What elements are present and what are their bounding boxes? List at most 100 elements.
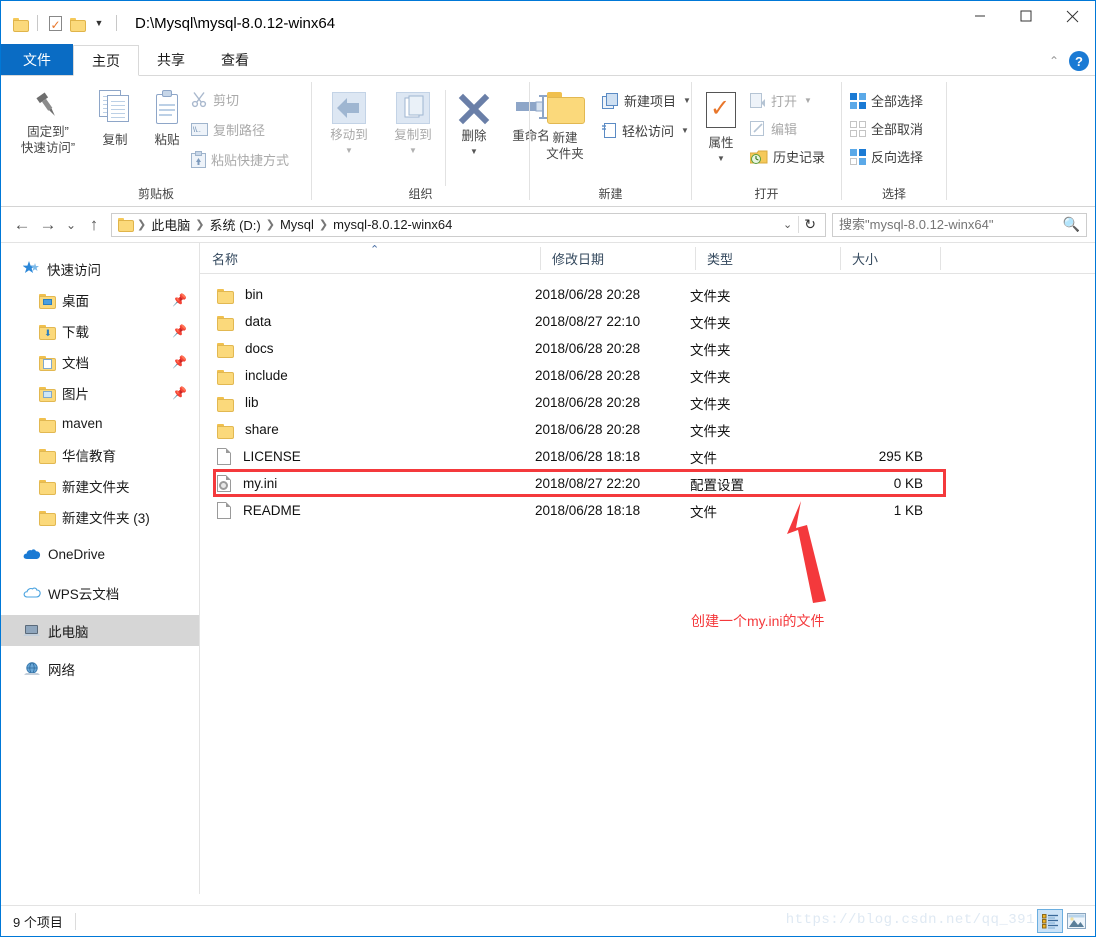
new-item-button[interactable]: 新建项目 ▼ (602, 91, 691, 110)
breadcrumb-item-3[interactable]: mysql-8.0.12-winx64 (329, 217, 456, 232)
file-name-cell: include (200, 368, 535, 385)
cloud-icon (23, 587, 41, 598)
new-item-caret-icon[interactable]: ▼ (683, 96, 691, 105)
delete-button[interactable]: 删除 ▼ (448, 92, 500, 160)
breadcrumb-bar[interactable]: ❯ 此电脑 ❯ 系统 (D:) ❯ Mysql ❯ mysql-8.0.12-w… (111, 212, 826, 237)
refresh-icon[interactable]: ↻ (798, 216, 821, 233)
properties-icon[interactable]: ✓ (44, 12, 66, 34)
pin-icon[interactable]: 📌 (172, 293, 187, 307)
invert-selection-icon (850, 148, 866, 165)
sidebar-label: 快速访问 (47, 262, 101, 278)
pictures-folder-icon (39, 386, 56, 402)
large-icons-view-icon (1066, 913, 1086, 929)
sidebar-item-huaxin[interactable]: 华信教育 (1, 439, 199, 470)
table-row[interactable]: data 2018/08/27 22:10 文件夹 (200, 308, 1095, 335)
column-header-type[interactable]: 类型 (695, 243, 840, 274)
table-row[interactable]: lib 2018/06/28 20:28 文件夹 (200, 389, 1095, 416)
large-icons-view-button[interactable] (1063, 909, 1089, 933)
paste-shortcut-label: 粘贴快捷方式 (211, 153, 290, 168)
paste-button[interactable]: 粘贴 (141, 90, 193, 148)
tab-file[interactable]: 文件 (1, 44, 73, 75)
sidebar-item-this-pc[interactable]: 此电脑 (1, 615, 199, 646)
table-row[interactable]: my.ini 2018/08/27 22:20 配置设置 0 KB (200, 470, 1095, 497)
collapse-ribbon-icon[interactable]: ⌃ (1049, 54, 1059, 68)
table-row[interactable]: share 2018/06/28 20:28 文件夹 (200, 416, 1095, 443)
pin-icon[interactable]: 📌 (172, 355, 187, 369)
easy-access-label: 轻松访问 (622, 124, 675, 139)
chevron-down-icon[interactable]: ▼ (88, 12, 110, 34)
forward-button[interactable]: → (35, 212, 61, 238)
tab-view[interactable]: 查看 (203, 44, 267, 75)
folder-icon (217, 396, 234, 412)
sidebar-item-new-folder-3[interactable]: 新建文件夹 (3) (1, 501, 199, 532)
close-button[interactable] (1049, 1, 1095, 31)
pin-label-line1: 固定到” (27, 125, 69, 139)
table-row[interactable]: docs 2018/06/28 20:28 文件夹 (200, 335, 1095, 362)
table-row[interactable]: README 2018/06/28 18:18 文件 1 KB (200, 497, 1095, 524)
easy-access-caret-icon[interactable]: ▼ (681, 126, 689, 135)
tab-home[interactable]: 主页 (73, 45, 139, 76)
file-name-cell: my.ini (200, 475, 535, 492)
breadcrumb-item-1[interactable]: 系统 (D:) (205, 215, 264, 234)
move-to-button[interactable]: 移动到 ▼ (318, 92, 380, 159)
details-view-button[interactable] (1037, 909, 1063, 933)
pin-icon[interactable]: 📌 (172, 386, 187, 400)
paste-shortcut-button[interactable]: 粘贴快捷方式 (191, 150, 289, 169)
edit-button[interactable]: 编辑 (750, 119, 797, 138)
column-header-size[interactable]: 大小 (840, 243, 940, 274)
sidebar-item-onedrive[interactable]: OneDrive (1, 539, 199, 570)
recent-locations-button[interactable]: ⌄ (61, 212, 81, 238)
back-button[interactable]: ← (9, 212, 35, 238)
sidebar-item-maven[interactable]: maven (1, 408, 199, 439)
ribbon-group-clipboard: 固定到” 快速访问” 复制 粘贴 剪切 \\.. 复制路径 粘贴快捷方式 剪贴板 (1, 76, 311, 207)
pin-to-quick-access-button[interactable]: 固定到” 快速访问” (9, 90, 87, 156)
sidebar-item-pictures[interactable]: 图片 📌 (1, 377, 199, 408)
minimize-button[interactable] (957, 1, 1003, 31)
column-divider[interactable] (940, 247, 941, 270)
open-button[interactable]: 打开 ▼ (750, 91, 812, 110)
open-caret-icon[interactable]: ▼ (804, 96, 812, 105)
folder-icon[interactable] (9, 12, 31, 34)
sidebar-item-network[interactable]: 网络 (1, 653, 199, 684)
sidebar-item-quick-access[interactable]: 快速访问 (1, 253, 199, 284)
column-header-date[interactable]: 修改日期 (540, 243, 695, 274)
new-folder-button[interactable]: 新建 文件夹 (534, 92, 596, 162)
history-label: 历史记录 (773, 150, 826, 165)
help-icon[interactable]: ? (1069, 51, 1089, 71)
history-button[interactable]: 历史记录 (750, 147, 825, 166)
copy-path-button[interactable]: \\.. 复制路径 (191, 120, 265, 139)
cut-button[interactable]: 剪切 (191, 90, 239, 109)
sidebar-item-new-folder[interactable]: 新建文件夹 (1, 470, 199, 501)
maximize-button[interactable] (1003, 1, 1049, 31)
column-header-name[interactable]: 名称 ⌃ (200, 243, 540, 274)
sidebar-item-wps-cloud[interactable]: WPS云文档 (1, 577, 199, 608)
copy-to-button[interactable]: 复制到 ▼ (382, 92, 444, 159)
search-icon[interactable]: 🔍 (1063, 216, 1080, 233)
sidebar-item-documents[interactable]: 文档 📌 (1, 346, 199, 377)
search-box[interactable]: 🔍 (832, 212, 1087, 237)
copy-button[interactable]: 复制 (89, 90, 141, 148)
tab-share[interactable]: 共享 (139, 44, 203, 75)
select-none-button[interactable]: 全部取消 (850, 119, 923, 138)
file-type-cell: 文件 (690, 504, 717, 520)
breadcrumb-item-0[interactable]: 此电脑 (147, 215, 194, 234)
easy-access-button[interactable]: 轻松访问 ▼ (602, 121, 689, 140)
new-item-icon (602, 92, 618, 109)
properties-button[interactable]: ✓ 属性 ▼ (696, 92, 746, 167)
table-row[interactable]: bin 2018/06/28 20:28 文件夹 (200, 281, 1095, 308)
table-row[interactable]: include 2018/06/28 20:28 文件夹 (200, 362, 1095, 389)
invert-selection-button[interactable]: 反向选择 (850, 147, 923, 166)
sidebar-item-downloads[interactable]: ⬇ 下载 📌 (1, 315, 199, 346)
new-folder-icon[interactable] (66, 12, 88, 34)
sidebar-label: maven (62, 416, 103, 431)
table-row[interactable]: LICENSE 2018/06/28 18:18 文件 295 KB (200, 443, 1095, 470)
search-input[interactable] (839, 217, 1063, 232)
sidebar-item-desktop[interactable]: 桌面 📌 (1, 284, 199, 315)
breadcrumb-dropdown-icon[interactable]: ⌄ (777, 218, 798, 231)
select-all-button[interactable]: 全部选择 (850, 91, 923, 110)
breadcrumb-item-2[interactable]: Mysql (276, 217, 318, 232)
ini-file-icon (217, 475, 231, 492)
pin-icon[interactable]: 📌 (172, 324, 187, 338)
up-button[interactable]: ↑ (81, 212, 107, 238)
group-label-new: 新建 (598, 187, 623, 201)
